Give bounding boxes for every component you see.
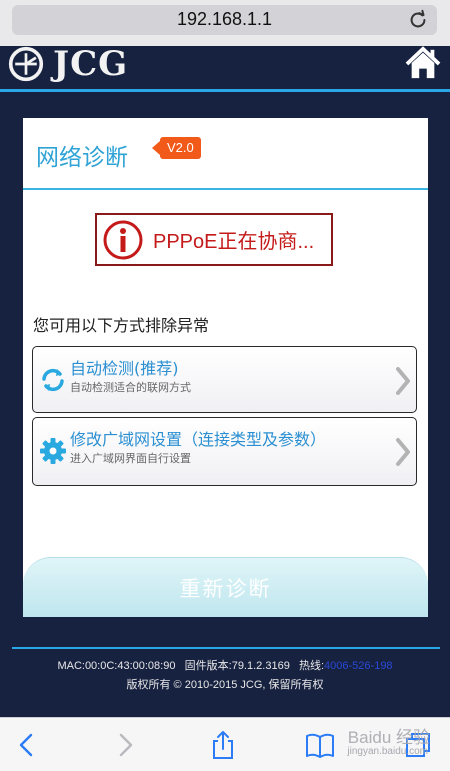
hotline-number[interactable]: 4006-526-198: [324, 660, 393, 672]
hotline-label: 热线:: [298, 660, 325, 672]
home-icon[interactable]: [404, 46, 442, 80]
reload-icon[interactable]: [407, 9, 429, 31]
version-badge: V2.0: [152, 137, 201, 159]
option-subtitle: 自动检测适合的联网方式: [70, 381, 191, 394]
watermark: Baidu 经验: [347, 728, 430, 747]
chevron-right-icon: [396, 367, 410, 395]
address-bar[interactable]: 192.168.1.1: [12, 5, 437, 35]
wan-settings-option[interactable]: 修改广域网设置（连接类型及参数） 进入广域网界面自行设置: [32, 417, 417, 486]
logo-mark-icon: [8, 46, 44, 82]
logo: JCG: [7, 46, 128, 82]
app-header: JCG: [0, 46, 450, 90]
footer-info: MAC:00:0C:43:00:08:90 固件版本:79.1.2.3169 热…: [0, 657, 450, 673]
url-text: 192.168.1.1: [176, 9, 273, 29]
firmware-version: 固件版本:79.1.2.3169: [184, 660, 290, 672]
auto-detect-option[interactable]: 自动检测(推荐) 自动检测适合的联网方式: [32, 346, 417, 413]
browser-address-bar-area: 192.168.1.1: [0, 0, 450, 46]
gear-icon: [40, 438, 66, 464]
diagnosis-panel: 网络诊断 V2.0 PPPoE正在协商... 您可用以下方式排除异常 自动检测(…: [23, 118, 428, 617]
forward-icon[interactable]: [110, 730, 140, 760]
back-icon[interactable]: [12, 730, 42, 760]
watermark-url: jingyan.baidu.com: [347, 746, 428, 757]
footer-divider: [12, 647, 440, 649]
title-divider: [23, 188, 428, 190]
rediagnose-button[interactable]: 重新诊断: [23, 557, 428, 617]
error-icon: [103, 220, 143, 259]
bookmarks-icon[interactable]: [305, 730, 335, 760]
option-title: 自动检测(推荐): [70, 359, 179, 378]
chevron-right-icon: [396, 438, 410, 466]
mac-address: MAC:00:0C:43:00:08:90: [57, 660, 176, 672]
logo-text: JCG: [53, 44, 129, 84]
refresh-icon: [42, 368, 64, 392]
status-text: PPPoE正在协商...: [153, 231, 315, 253]
copyright: 版权所有 © 2010-2015 JCG, 保留所有权: [126, 679, 324, 691]
option-subtitle: 进入广域网界面自行设置: [70, 452, 191, 465]
status-box: PPPoE正在协商...: [95, 213, 333, 266]
browser-toolbar: Baidu 经验 jingyan.baidu.com: [0, 717, 450, 771]
share-icon[interactable]: [208, 730, 238, 760]
hint-text: 您可用以下方式排除异常: [33, 316, 210, 335]
page-title: 网络诊断: [36, 145, 128, 171]
option-title: 修改广域网设置（连接类型及参数）: [70, 430, 327, 449]
